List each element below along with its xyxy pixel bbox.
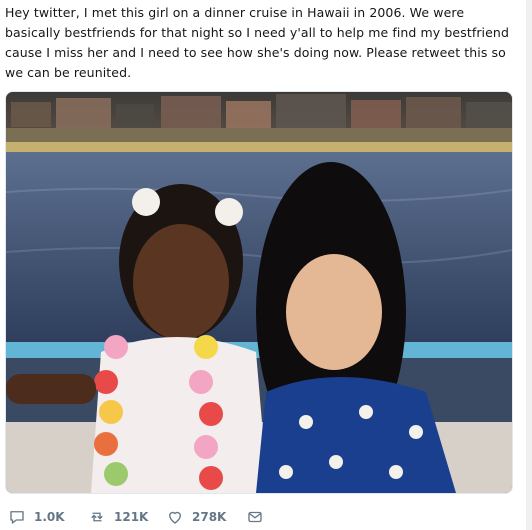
reply-button[interactable]: 1.0K bbox=[8, 504, 65, 530]
retweet-icon bbox=[88, 508, 106, 526]
tweet-actions: 1.0K 121K 278K bbox=[0, 504, 532, 530]
message-button[interactable] bbox=[246, 504, 272, 530]
reply-count: 1.0K bbox=[34, 510, 65, 524]
tweet-text: Hey twitter, I met this girl on a dinner… bbox=[5, 5, 509, 80]
retweet-count: 121K bbox=[114, 510, 149, 524]
reply-icon bbox=[8, 508, 26, 526]
scrollbar[interactable] bbox=[526, 0, 532, 530]
tweet: Hey twitter, I met this girl on a dinner… bbox=[0, 0, 532, 530]
heart-icon bbox=[166, 508, 184, 526]
envelope-icon bbox=[246, 508, 264, 526]
photo-image bbox=[6, 92, 512, 493]
like-count: 278K bbox=[192, 510, 227, 524]
tweet-photo[interactable] bbox=[5, 91, 513, 494]
like-button[interactable]: 278K bbox=[166, 504, 226, 530]
retweet-button[interactable]: 121K bbox=[88, 504, 148, 530]
